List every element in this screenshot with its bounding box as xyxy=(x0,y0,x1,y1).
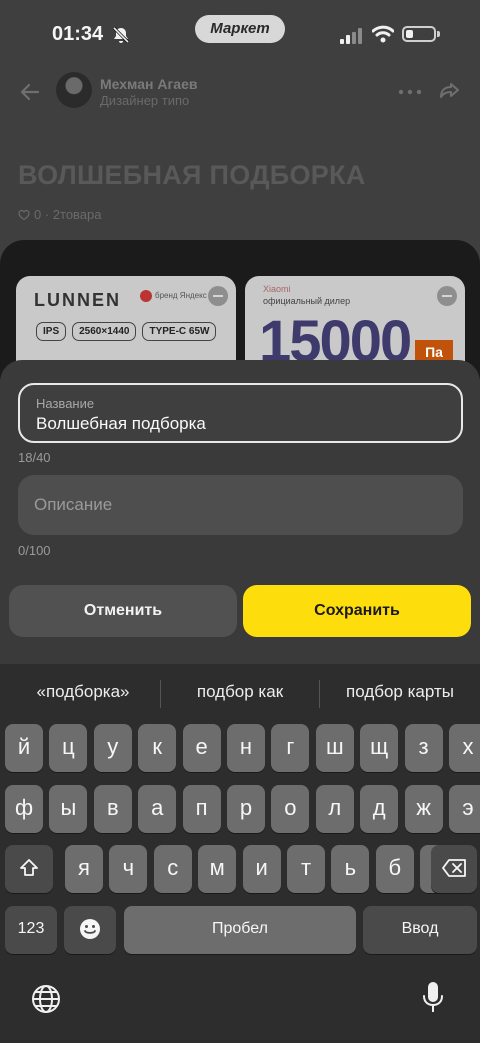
key-ь[interactable]: ь xyxy=(331,845,370,893)
author-role: Дизайнер типо xyxy=(100,93,190,108)
suggestion-item[interactable]: подбор карты xyxy=(323,682,477,702)
remove-product-button[interactable] xyxy=(437,286,457,306)
key-а[interactable]: а xyxy=(138,785,177,833)
key-к[interactable]: к xyxy=(138,724,177,772)
globe-icon[interactable] xyxy=(30,983,62,1015)
key-ф[interactable]: ф xyxy=(5,785,43,833)
key-в[interactable]: в xyxy=(93,785,132,833)
description-char-counter: 0/100 xyxy=(18,543,51,558)
author-name[interactable]: Мехман Агаев xyxy=(100,76,197,92)
key-м[interactable]: м xyxy=(198,845,237,893)
key-у[interactable]: у xyxy=(93,724,132,772)
shift-key[interactable] xyxy=(5,845,53,893)
key-т[interactable]: т xyxy=(287,845,325,893)
key-щ[interactable]: щ xyxy=(360,724,399,772)
key-з[interactable]: з xyxy=(404,724,443,772)
suggestion-divider xyxy=(160,680,161,708)
space-key[interactable]: Пробел xyxy=(124,906,356,954)
key-д[interactable]: д xyxy=(360,785,399,833)
collection-meta: 0 · 2товара xyxy=(18,207,102,222)
emoji-icon xyxy=(80,918,100,939)
keyboard: «подборка» подбор как подбор карты йцуке… xyxy=(0,664,480,1043)
key-ы[interactable]: ы xyxy=(49,785,88,833)
shift-icon xyxy=(20,858,38,876)
suggestion-item[interactable]: «подборка» xyxy=(10,682,156,702)
status-time: 01:34 xyxy=(52,23,104,45)
key-э[interactable]: э xyxy=(449,785,480,833)
suggestion-bar: «подборка» подбор как подбор карты xyxy=(0,678,480,710)
emoji-key[interactable] xyxy=(64,906,116,954)
cancel-button[interactable]: Отменить xyxy=(9,585,237,637)
key-и[interactable]: и xyxy=(242,845,281,893)
key-ш[interactable]: ш xyxy=(315,724,354,772)
key-о[interactable]: о xyxy=(271,785,310,833)
cellular-signal-icon xyxy=(340,28,362,44)
suggestion-divider xyxy=(319,680,320,708)
bell-muted-icon xyxy=(112,26,130,44)
backspace-key[interactable] xyxy=(431,845,477,893)
more-horizontal-icon[interactable] xyxy=(398,88,422,96)
remove-product-button[interactable] xyxy=(208,286,228,306)
edit-collection-sheet: Название Волшебная подборка 18/40 Описан… xyxy=(0,360,480,680)
page-title: ВОЛШЕБНАЯ ПОДБОРКА xyxy=(18,160,366,190)
key-н[interactable]: н xyxy=(227,724,265,772)
key-ж[interactable]: ж xyxy=(404,785,443,833)
key-х[interactable]: х xyxy=(449,724,480,772)
spec-tag: TYPE-C 65W xyxy=(142,322,217,341)
spec-tag: 2560×1440 xyxy=(72,322,137,341)
save-button[interactable]: Сохранить xyxy=(243,585,471,637)
key-р[interactable]: р xyxy=(227,785,265,833)
description-field[interactable]: Описание xyxy=(18,475,463,535)
avatar[interactable] xyxy=(56,72,92,108)
key-ч[interactable]: ч xyxy=(109,845,148,893)
suggestion-item[interactable]: подбор как xyxy=(164,682,316,702)
card-logo: LUNNEN xyxy=(34,290,121,310)
likes-and-count: 0 · 2товара xyxy=(34,207,102,222)
key-с[interactable]: с xyxy=(153,845,192,893)
card-official-dealer: официальный дилер xyxy=(263,296,351,306)
wifi-icon xyxy=(372,25,394,43)
product-grid: LUNNEN бренд Яндекс Фа IPS 2560×1440 TYP… xyxy=(0,240,480,386)
heart-icon[interactable] xyxy=(18,209,30,221)
battery-icon xyxy=(402,26,440,42)
numbers-key[interactable]: 123 xyxy=(5,906,57,954)
card-spec-tags: IPS 2560×1440 TYPE-C 65W xyxy=(36,322,217,341)
share-icon[interactable] xyxy=(438,80,462,104)
key-ц[interactable]: ц xyxy=(49,724,88,772)
key-г[interactable]: г xyxy=(271,724,310,772)
market-app-pill[interactable]: Маркет xyxy=(195,15,285,43)
status-bar: 01:34 Маркет xyxy=(0,0,480,62)
name-char-counter: 18/40 xyxy=(18,450,51,465)
microphone-icon[interactable] xyxy=(421,980,445,1016)
key-е[interactable]: е xyxy=(182,724,221,772)
return-key[interactable]: Ввод xyxy=(363,906,477,954)
key-л[interactable]: л xyxy=(315,785,354,833)
name-field-label: Название xyxy=(36,396,95,411)
description-placeholder: Описание xyxy=(34,495,113,514)
key-б[interactable]: б xyxy=(375,845,414,893)
key-й[interactable]: й xyxy=(5,724,43,772)
arrow-left-icon[interactable] xyxy=(18,80,42,104)
card-brand: Xiaomi xyxy=(263,284,291,294)
spec-tag: IPS xyxy=(36,322,67,341)
name-field[interactable]: Название Волшебная подборка xyxy=(18,383,463,443)
name-field-value[interactable]: Волшебная подборка xyxy=(36,414,206,434)
backspace-icon xyxy=(442,858,466,877)
key-я[interactable]: я xyxy=(65,845,103,893)
key-п[interactable]: п xyxy=(182,785,221,833)
